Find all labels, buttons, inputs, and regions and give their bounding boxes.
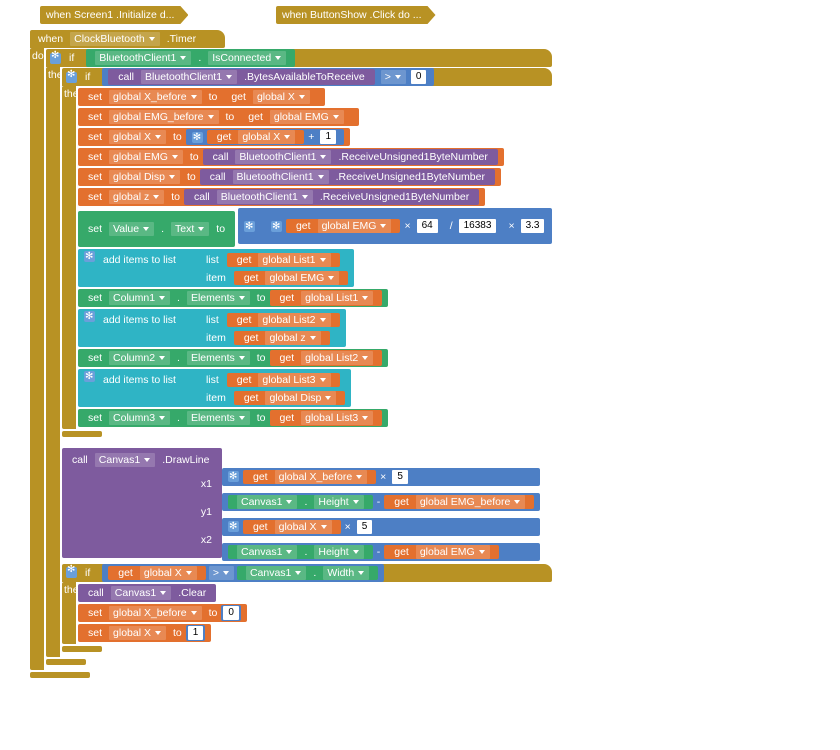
num-5b[interactable]: 5 [357,520,373,534]
math-div[interactable]: getglobal EMG × 64 / 16383 [259,212,504,240]
then-label-2: then [62,86,76,102]
y1-expr[interactable]: Canvas1.Height - getglobal EMG_before [222,493,540,511]
num-1[interactable]: 1 [320,130,336,144]
gear-icon[interactable] [228,521,239,532]
get-emg-2[interactable]: getglobal EMG [234,271,348,285]
math-mul64[interactable]: getglobal EMG × 64 [265,215,446,237]
num-16383[interactable]: 16383 [459,219,497,233]
call-recv-z[interactable]: callBluetoothClient1.ReceiveUnsigned1Byt… [184,189,479,205]
num-5a[interactable]: 5 [392,470,408,484]
set-xbefore[interactable]: setglobal X_beforeto getglobal X [78,88,325,106]
get-emg-1[interactable]: getglobal EMG [238,109,352,125]
gear-icon[interactable] [66,567,77,578]
call-recv-disp[interactable]: callBluetoothClient1.ReceiveUnsigned1Byt… [200,169,495,185]
bt-isconnected[interactable]: BluetoothClient1 . IsConnected [86,49,295,67]
math-outer[interactable]: getglobal EMG × 64 / 16383 × 3.3 [238,208,553,244]
add-items-list2[interactable]: add items to listlist getglobal List2 it… [78,309,346,347]
timer-label: .Timer [167,33,196,45]
event-clockbluetooth-timer[interactable]: when ClockBluetooth .Timer [30,30,225,48]
when-label: when [38,33,63,45]
gear-icon[interactable] [228,471,239,482]
num-0[interactable]: 0 [411,70,427,84]
gear-icon[interactable] [192,132,203,143]
set-column2-elements[interactable]: setColumn2.Elementsto getglobal List2 [78,349,388,367]
math-x-plus-1[interactable]: getglobal X + 1 [186,129,344,145]
set-z[interactable]: setglobal zto callBluetoothClient1.Recei… [78,188,485,206]
gear-icon[interactable] [271,221,282,232]
clock-dropdown[interactable]: ClockBluetooth [70,32,160,46]
do-label: do [30,48,44,64]
if-label-2: if [85,71,90,83]
y2-expr[interactable]: Canvas1.Height - getglobal EMG [222,543,540,561]
if-label: if [69,52,74,64]
gear-icon[interactable] [84,311,95,322]
set-column3-elements[interactable]: setColumn3.Elementsto getglobal List3 [78,409,388,427]
compare-gt[interactable]: call BluetoothClient1 .BytesAvailableToR… [102,68,434,86]
set-disp[interactable]: setglobal Dispto callBluetoothClient1.Re… [78,168,501,186]
x2-expr[interactable]: getglobal X ×5 [222,518,540,536]
gear-icon[interactable] [66,72,77,83]
compare-x-width[interactable]: getglobal X > Canvas1.Width [102,564,384,582]
set-value-text[interactable]: setValue.Textto [78,211,235,247]
if-bytes[interactable]: if call BluetoothClient1 .BytesAvailable… [62,68,552,86]
num-64[interactable]: 64 [417,219,438,233]
num-0b[interactable]: 0 [223,606,239,620]
num-3.3[interactable]: 3.3 [521,219,545,233]
gear-icon[interactable] [244,221,255,232]
set-column1-elements[interactable]: setColumn1.Elementsto getglobal List1 [78,289,388,307]
event-buttonshow-click-collapsed[interactable]: when ButtonShow .Click do ... [276,6,436,24]
call-drawline[interactable]: callCanvas1.DrawLine x1 y1 x2 y2 [62,448,222,558]
gear-icon[interactable] [50,53,61,64]
call-canvas-clear[interactable]: callCanvas1.Clear [78,584,216,602]
event-screen1-init-collapsed[interactable]: when Screen1 .Initialize d... [40,6,188,24]
set-emg[interactable]: setglobal EMGto callBluetoothClient1.Rec… [78,148,504,166]
then-label-3: then [62,582,76,598]
call-bytesavail[interactable]: call BluetoothClient1 .BytesAvailableToR… [108,69,374,85]
get-x-1[interactable]: getglobal X [221,89,319,105]
set-emgbefore[interactable]: setglobal EMG_beforeto getglobal EMG [78,108,359,126]
gear-icon[interactable] [84,251,95,262]
x1-expr[interactable]: getglobal X_before ×5 [222,468,540,486]
then-label: then [46,67,60,83]
add-items-list1[interactable]: add items to listlist getglobal List1 it… [78,249,354,287]
set-xbefore-0[interactable]: setglobal X_beforeto 0 [78,604,247,622]
if-outer[interactable]: if BluetoothClient1 . IsConnected [46,49,552,67]
num-1b[interactable]: 1 [188,626,204,640]
add-items-list3[interactable]: add items to listlist getglobal List3 it… [78,369,351,407]
gear-icon[interactable] [84,371,95,382]
set-x[interactable]: setglobal Xto getglobal X + 1 [78,128,350,146]
if-x-gt-width[interactable]: if getglobal X > Canvas1.Width [62,564,552,582]
set-x-1[interactable]: setglobal Xto 1 [78,624,211,642]
get-list1[interactable]: getglobal List1 [227,253,340,267]
call-recv-emg[interactable]: callBluetoothClient1.ReceiveUnsigned1Byt… [203,149,498,165]
